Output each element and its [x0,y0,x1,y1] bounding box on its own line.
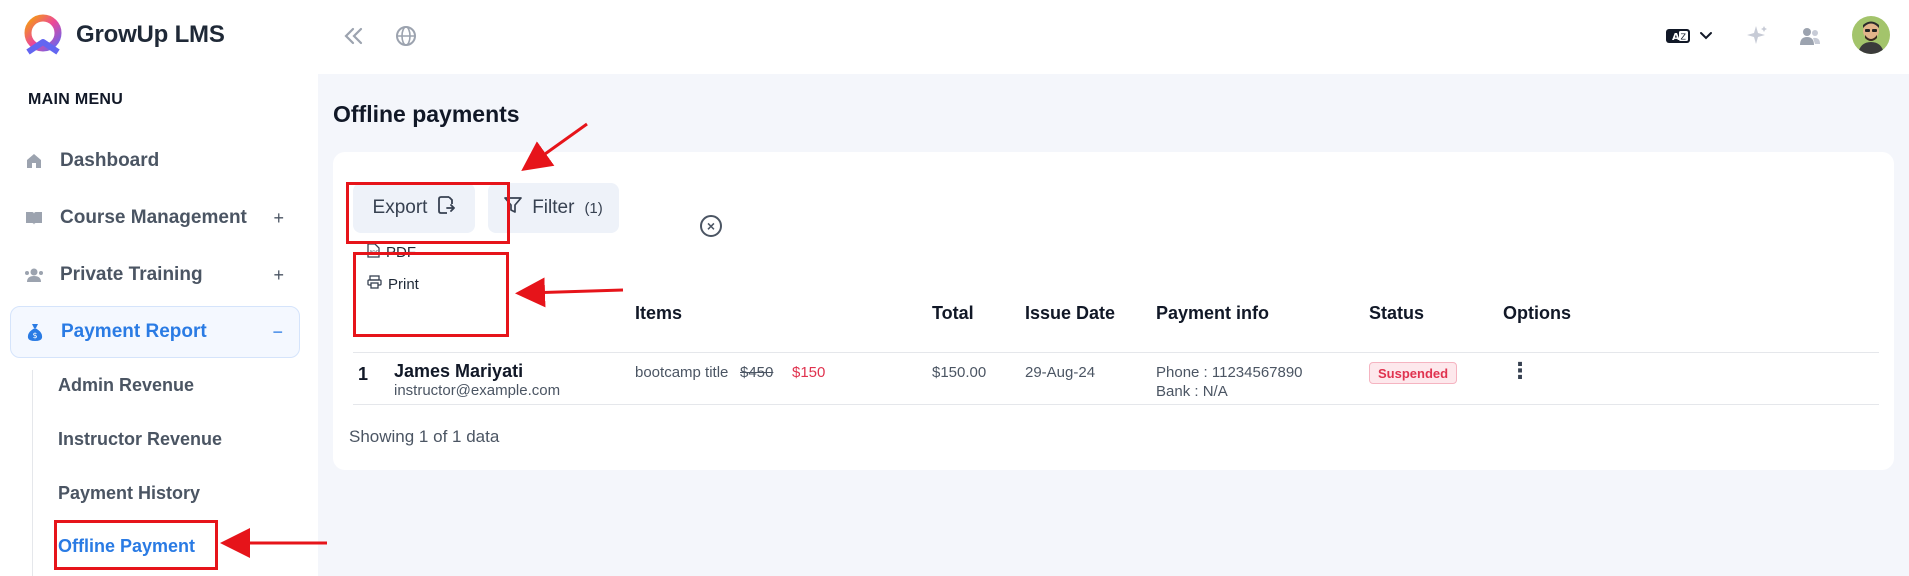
app-logo[interactable]: GrowUp LMS [20,14,225,56]
column-header-issue-date: Issue Date [1025,303,1116,323]
row-old-price: $450 [740,364,774,381]
sidebar-item-private-training[interactable]: Private Training + [10,249,300,301]
status-badge: Suspended [1369,362,1458,384]
sidebar-item-label: Payment Report [61,321,207,342]
globe-icon[interactable] [392,22,420,50]
column-header-status: Status [1369,303,1425,323]
sidebar-item-label: Course Management [60,207,247,228]
people-icon [24,265,44,285]
row-price: $150 [792,364,826,381]
users-icon[interactable] [1796,22,1824,50]
column-header-total: Total [932,303,974,323]
sidebar-subitem-instructor-revenue[interactable]: Instructor Revenue [58,429,222,450]
table-row-divider [353,404,1879,405]
sidebar-item-label: Private Training [60,264,203,285]
sidebar-subitem-admin-revenue[interactable]: Admin Revenue [58,375,194,396]
app-name: GrowUp LMS [76,21,225,48]
money-bag-icon: $ [25,322,45,342]
column-header-items: Items [635,303,683,323]
chevron-down-icon[interactable] [1692,22,1720,50]
table-footer: Showing 1 of 1 data [349,427,500,446]
clear-filter-icon[interactable]: × [700,215,722,237]
column-header-options: Options [1503,303,1571,323]
row-phone: Phone : 11234567890 [1156,364,1303,381]
expand-icon[interactable]: + [273,208,284,229]
export-highlight-box [346,182,510,244]
main-content: Offline payments Export Filter (1) × PDF… [318,74,1909,576]
row-total: $150.00 [932,364,987,381]
main-menu-label: MAIN MENU [28,91,124,108]
collapse-sidebar-icon[interactable] [340,22,368,50]
export-menu-highlight-box [353,252,509,337]
book-icon [24,208,44,228]
expand-icon[interactable]: + [273,265,284,286]
sidebar-item-dashboard[interactable]: Dashboard [10,135,300,187]
page-title: Offline payments [333,101,520,127]
language-icon[interactable]: AZ [1664,22,1692,50]
row-index: 1 [358,364,369,384]
logo-icon [24,14,62,55]
row-bank: Bank : N/A [1156,383,1228,400]
row-options-icon[interactable]: ⋮ [1509,360,1531,382]
sidebar-item-label: Dashboard [60,150,160,171]
sidebar-item-course-management[interactable]: Course Management + [10,192,300,244]
home-icon [24,151,44,171]
offline-payment-highlight-box [54,520,218,570]
submenu-divider [32,370,33,576]
svg-text:Z: Z [1681,33,1687,42]
table-header-divider [353,352,1879,353]
row-email: instructor@example.com [394,382,561,399]
svg-text:$: $ [32,331,37,340]
svg-text:A: A [1672,32,1680,43]
payments-card: Export Filter (1) × PDF PDF Print Items … [333,152,1894,470]
filter-label: Filter [532,197,575,218]
topbar: AZ [318,0,1909,74]
sidebar-item-payment-report[interactable]: $ Payment Report − [10,306,300,358]
row-item: bootcamp title [635,364,729,381]
collapse-icon[interactable]: − [272,322,283,343]
sparkle-icon[interactable] [1743,22,1771,50]
filter-count: (1) [584,199,603,217]
avatar[interactable] [1852,16,1890,54]
column-header-payment-info: Payment info [1156,303,1270,323]
sidebar-subitem-payment-history[interactable]: Payment History [58,483,200,504]
sidebar: GrowUp LMS MAIN MENU Dashboard Course Ma… [0,0,318,576]
row-issue-date: 29-Aug-24 [1025,364,1096,381]
row-name: James Mariyati [394,361,524,381]
